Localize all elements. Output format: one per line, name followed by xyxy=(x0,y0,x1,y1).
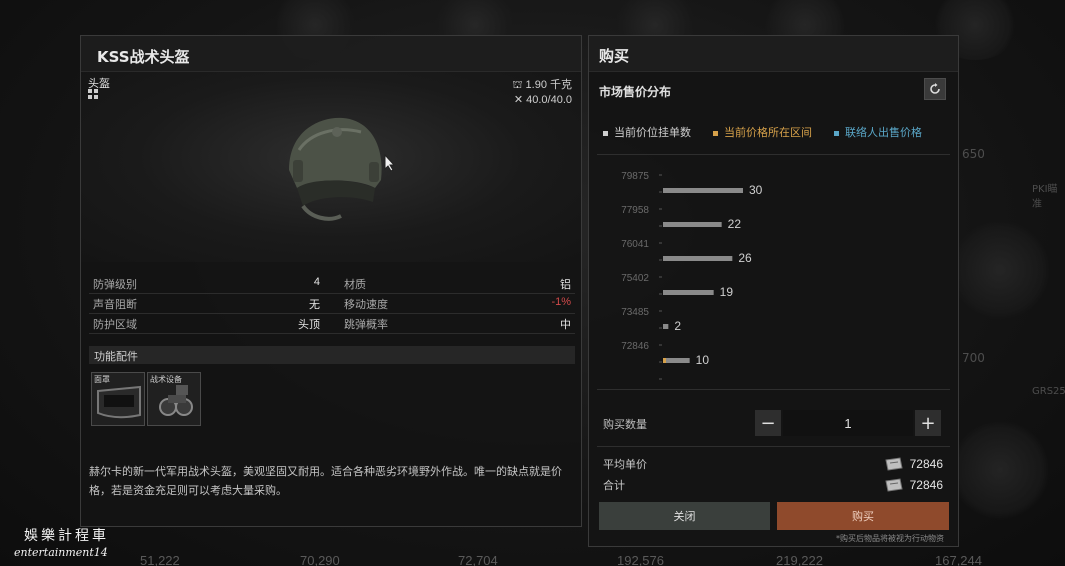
durability-readout: ✕ 40.0/40.0 xyxy=(514,93,572,106)
stat-label: 防弹级别 xyxy=(93,277,137,291)
quantity-label: 购买数量 xyxy=(603,418,647,431)
bg-price: 72,704 xyxy=(458,553,498,566)
watermark-title: 娛樂計程車 xyxy=(24,528,109,544)
quantity-value[interactable]: 1 xyxy=(783,410,913,436)
bg-side-text: 700 xyxy=(962,351,985,365)
order-count-bar xyxy=(663,358,690,363)
total-label: 合计 xyxy=(603,479,625,492)
refresh-button[interactable] xyxy=(924,78,946,100)
stat-value: 头顶 xyxy=(298,318,320,331)
grid-icon xyxy=(88,89,98,99)
price-tick-label: 77958 xyxy=(621,205,649,216)
stat-label: 跳弹概率 xyxy=(344,317,388,331)
close-button[interactable]: 关闭 xyxy=(599,502,770,530)
night-vision-icon xyxy=(159,385,193,416)
bg-side-text: 650 xyxy=(962,147,985,161)
order-count-bar xyxy=(663,256,733,261)
helmet-image xyxy=(289,117,382,221)
bar-value-label: 2 xyxy=(674,319,681,333)
item-title: KSS战术头盔 xyxy=(81,36,581,72)
bar-value-label: 19 xyxy=(720,285,734,299)
stat-label: 防护区域 xyxy=(93,317,137,331)
price-tick-label: 75402 xyxy=(621,273,649,284)
current-price-marker xyxy=(663,358,666,363)
bg-side-text: GRS25 xyxy=(1032,386,1065,397)
repair-icon: ✕ xyxy=(513,94,524,106)
stat-label: 移动速度 xyxy=(344,297,388,311)
market-title: 市场售价分布 xyxy=(599,85,672,99)
bg-price: 51,222 xyxy=(140,553,180,566)
increase-button[interactable]: + xyxy=(915,410,941,436)
price-tick-label: 73485 xyxy=(621,307,649,318)
legend-item: 当前价格所在区间 xyxy=(713,124,812,140)
bg-price: 192,576 xyxy=(617,553,664,566)
item-preview[interactable]: 头盔 ⛫ 1.90 千克 ✕ 40.0/40.0 xyxy=(81,72,581,262)
stat-value: -1% xyxy=(551,295,571,308)
quantity-stepper[interactable]: − 1 + xyxy=(755,410,941,436)
watermark: 娛樂計程車 entertainment14 xyxy=(14,525,109,559)
order-count-bar xyxy=(663,290,714,295)
legend-item: 联络人出售价格 xyxy=(834,124,922,140)
avg-price-label: 平均单价 xyxy=(603,458,647,471)
price-distribution-chart: 79875 30 77958 22 76041 26 75402 19 73485 2 72846 1… xyxy=(597,154,950,390)
stat-label: 材质 xyxy=(344,277,366,291)
buy-button[interactable]: 购买 xyxy=(777,502,949,530)
avg-price-row: 平均单价 72846 xyxy=(603,456,943,472)
buy-panel: 购买 市场售价分布 当前价位挂单数 当前价格所在区间 联络人出售价格 79875… xyxy=(588,35,959,547)
bg-price: 219,222 xyxy=(776,553,823,566)
bar-value-label: 22 xyxy=(728,217,742,231)
faceshield-icon xyxy=(97,385,141,419)
durability-value: 40.0/40.0 xyxy=(526,94,572,106)
stat-row: 防护区域 头顶 跳弹概率 中 xyxy=(89,314,575,334)
weight-value: 1.90 千克 xyxy=(525,79,572,91)
functional-attachments-header: 功能配件 xyxy=(89,346,575,364)
stat-value: 中 xyxy=(560,318,571,331)
order-count-bar xyxy=(663,222,722,227)
total-price-row: 合计 72846 xyxy=(603,477,943,493)
price-tick-label: 72846 xyxy=(621,341,649,352)
total-value: 72846 xyxy=(909,478,943,492)
stat-value: 无 xyxy=(309,298,320,311)
buy-title: 购买 xyxy=(589,36,958,72)
chart-legend: 当前价位挂单数 当前价格所在区间 联络人出售价格 xyxy=(603,124,922,140)
stat-value: 4 xyxy=(313,275,320,288)
stat-label: 声音阻断 xyxy=(93,297,137,311)
weight-icon: ⛫ xyxy=(512,79,523,91)
decrease-button[interactable]: − xyxy=(755,410,781,436)
stat-value: 铝 xyxy=(560,278,571,291)
item-description: 赫尔卡的新一代军用战术头盔，美观坚固又耐用。适合各种恶劣环境野外作战。唯一的缺点… xyxy=(89,465,562,497)
price-tick-label: 79875 xyxy=(621,171,649,182)
currency-icon xyxy=(885,478,903,492)
attachment-slot-faceshield[interactable]: 面罩 xyxy=(91,372,145,426)
attachment-slot-tactical-device[interactable]: 战术设备 xyxy=(147,372,201,426)
divider xyxy=(597,446,950,447)
refresh-icon xyxy=(930,83,940,94)
bar-value-label: 30 xyxy=(749,183,763,197)
bar-value-label: 26 xyxy=(738,251,752,265)
mouse-cursor-icon xyxy=(384,154,396,172)
avg-price-value: 72846 xyxy=(909,457,943,471)
price-tick-label: 76041 xyxy=(621,239,649,250)
purchase-note: *购买后物品将被视为行动物资 xyxy=(836,534,944,543)
order-count-bar xyxy=(663,188,743,193)
watermark-subtitle: entertainment14 xyxy=(14,546,108,559)
bg-side-text: PKI瞄准 xyxy=(1032,184,1058,210)
legend-item: 当前价位挂单数 xyxy=(603,124,691,140)
bg-price: 167,244 xyxy=(935,553,982,566)
currency-icon xyxy=(885,457,903,471)
item-detail-panel: KSS战术头盔 头盔 ⛫ 1.90 千克 ✕ 40.0/40.0 防弹级别 4 材… xyxy=(80,35,582,527)
bg-price: 70,290 xyxy=(300,553,340,566)
weight-readout: ⛫ 1.90 千克 xyxy=(512,76,572,93)
stat-row: 防弹级别 4 材质 铝 xyxy=(89,274,575,294)
stat-row: 声音阻断 无 移动速度 -1% xyxy=(89,294,575,314)
order-count-bar xyxy=(663,324,669,329)
stats-table: 防弹级别 4 材质 铝 声音阻断 无 移动速度 -1% 防护区域 头顶 跳弹概率 中 xyxy=(89,274,575,334)
price-distribution-svg: 79875 30 77958 22 76041 26 75402 19 73485 2 72846 1… xyxy=(621,171,763,380)
bar-value-label: 10 xyxy=(696,353,710,367)
